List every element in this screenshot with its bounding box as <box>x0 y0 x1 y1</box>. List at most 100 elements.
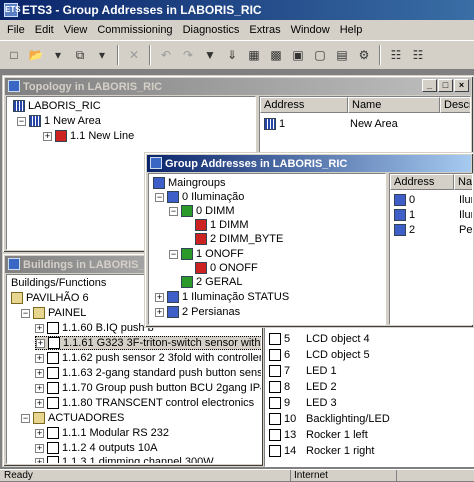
minimize-button[interactable]: _ <box>422 79 437 92</box>
tree-item-middlegroup[interactable]: −1 ONOFF <box>169 247 244 261</box>
list-item[interactable]: 1Ilumi <box>394 208 472 222</box>
download-icon[interactable]: ⇓ <box>222 45 242 65</box>
column-address[interactable]: Address <box>260 97 348 113</box>
list-item[interactable]: 0Ilumi <box>394 193 472 207</box>
collapse-icon[interactable]: − <box>169 249 178 259</box>
expand-icon[interactable]: + <box>43 131 52 141</box>
tree-item-folder[interactable]: − PAINEL <box>21 306 86 320</box>
topology-icon[interactable]: ▩ <box>266 45 286 65</box>
group-icon[interactable]: ▢ <box>310 45 330 65</box>
tree-item-maingroup[interactable]: −0 Iluminação <box>155 190 244 204</box>
device-icon <box>47 427 59 439</box>
column-name[interactable]: Name <box>348 97 440 113</box>
tree-item-device[interactable]: +1.1.60 B.IQ push b <box>35 321 154 335</box>
menu-diagnostics[interactable]: Diagnostics <box>178 24 245 36</box>
device-icon <box>48 337 60 349</box>
close-button[interactable]: × <box>454 79 469 92</box>
tree-item-maingroup[interactable]: +2 Persianas <box>155 305 240 319</box>
maingroup-icon <box>167 306 179 318</box>
menu-window[interactable]: Window <box>286 24 335 36</box>
expand-icon[interactable]: + <box>35 428 44 438</box>
column-address[interactable]: Address <box>390 174 454 190</box>
tree-item-device[interactable]: +1.1.62 push sensor 2 3fold with control… <box>35 351 261 365</box>
tree-item-area[interactable]: −1 New Area <box>17 114 101 128</box>
report-icon[interactable]: ☷ <box>408 45 428 65</box>
list-item[interactable]: 1 <box>264 117 285 131</box>
list-item[interactable]: 6 LCD object 5 <box>269 348 370 362</box>
tree-item-group-address[interactable]: 0 ONOFF <box>195 261 258 275</box>
open-icon[interactable]: 📂 <box>26 45 46 65</box>
tree-item-group-address[interactable]: 1 DIMM <box>195 218 249 232</box>
tree-item-device[interactable]: +1.1.2 4 outputs 10A <box>35 441 157 455</box>
tree-item-group-address[interactable]: 2 DIMM_BYTE <box>195 232 283 246</box>
menu-edit[interactable]: Edit <box>30 24 59 36</box>
list-item[interactable]: 8 LED 2 <box>269 380 337 394</box>
undo-icon[interactable]: ↶ <box>156 45 176 65</box>
tree-item-building[interactable]: PAVILHÃO 6 <box>11 291 89 305</box>
collapse-icon[interactable]: − <box>169 206 178 216</box>
tree-item-maingroups[interactable]: Maingroups <box>153 176 225 190</box>
object-icon <box>269 349 281 361</box>
collapse-icon[interactable]: − <box>21 413 30 423</box>
tree-item-line[interactable]: +1.1 New Line <box>43 129 134 143</box>
tree-item-device[interactable]: +1.1.1 Modular RS 232 <box>35 426 169 440</box>
expand-icon[interactable]: + <box>155 307 164 317</box>
expand-icon[interactable]: + <box>35 353 44 363</box>
expand-icon[interactable]: + <box>155 292 164 302</box>
menu-commissioning[interactable]: Commissioning <box>92 24 177 36</box>
settings-icon[interactable]: ⚙ <box>354 45 374 65</box>
middlegroup-icon <box>181 205 193 217</box>
tree-item-project[interactable]: LABORIS_RIC <box>13 99 101 113</box>
delete-icon[interactable]: ✕ <box>124 45 144 65</box>
expand-icon[interactable]: + <box>35 398 44 408</box>
tree-item-device-selected[interactable]: +1.1.61 G323 3F-triton-switch sensor wit… <box>35 336 261 350</box>
menu-view[interactable]: View <box>59 24 93 36</box>
maximize-button[interactable]: □ <box>438 79 453 92</box>
list-item[interactable]: 9 LED 3 <box>269 396 337 410</box>
tree-item-maingroup[interactable]: +1 Iluminação STATUS <box>155 290 289 304</box>
list-item[interactable]: 13 Rocker 1 left <box>269 428 368 442</box>
expand-icon[interactable]: + <box>35 323 44 333</box>
expand-icon[interactable]: + <box>35 383 44 393</box>
building-icon <box>8 258 20 270</box>
new-icon[interactable]: □ <box>4 45 24 65</box>
expand-icon[interactable]: + <box>35 368 44 378</box>
tree-item-device[interactable]: +1.1.80 TRANSCENT control electronics <box>35 396 254 410</box>
collapse-icon[interactable]: − <box>21 308 30 318</box>
list-item[interactable]: 7 LED 1 <box>269 364 337 378</box>
report-icon[interactable]: ☷ <box>386 45 406 65</box>
app-title: ETS3 - Group Addresses in LABORIS_RIC <box>22 3 262 17</box>
dropdown-icon[interactable]: ▾ <box>48 45 68 65</box>
tree-item-device[interactable]: +1.1.63 2-gang standard push button sens… <box>35 366 261 380</box>
menu-extras[interactable]: Extras <box>244 24 285 36</box>
collapse-icon[interactable]: − <box>155 192 164 202</box>
dropdown-icon[interactable]: ▾ <box>92 45 112 65</box>
list-item[interactable]: 14 Rocker 1 right <box>269 444 374 458</box>
expand-icon[interactable]: + <box>36 338 45 348</box>
list-item[interactable]: 5 LCD object 4 <box>269 332 370 346</box>
object-icon <box>269 381 281 393</box>
properties-icon[interactable]: ▦ <box>244 45 264 65</box>
filter-icon[interactable]: ▼ <box>200 45 220 65</box>
collapse-icon[interactable]: − <box>17 116 26 126</box>
copy-icon[interactable]: ⧉ <box>70 45 90 65</box>
building-icon[interactable]: ▣ <box>288 45 308 65</box>
list-item[interactable]: 10 Backlighting/LED <box>269 412 390 426</box>
expand-icon[interactable]: + <box>35 457 44 463</box>
menu-file[interactable]: File <box>2 24 30 36</box>
column-name[interactable]: Na <box>454 174 472 190</box>
status-zone: Internet <box>290 470 390 482</box>
list-item[interactable]: 2Persi <box>394 223 472 237</box>
tree-item-device[interactable]: +1.1.3 1 dimming channel 300W <box>35 455 214 463</box>
redo-icon[interactable]: ↷ <box>178 45 198 65</box>
catalog-icon[interactable]: ▤ <box>332 45 352 65</box>
status-text: Ready <box>4 470 33 481</box>
tree-item-folder[interactable]: − ACTUADORES <box>21 411 124 425</box>
column-description[interactable]: Descri <box>440 97 470 113</box>
tree-item-device[interactable]: +1.1.70 Group push button BCU 2gang IP44 <box>35 381 261 395</box>
menu-help[interactable]: Help <box>335 24 368 36</box>
expand-icon[interactable]: + <box>35 443 44 453</box>
device-icon <box>47 367 59 379</box>
tree-item-middlegroup[interactable]: 2 GERAL <box>181 275 242 289</box>
tree-item-middlegroup[interactable]: −0 DIMM <box>169 204 235 218</box>
